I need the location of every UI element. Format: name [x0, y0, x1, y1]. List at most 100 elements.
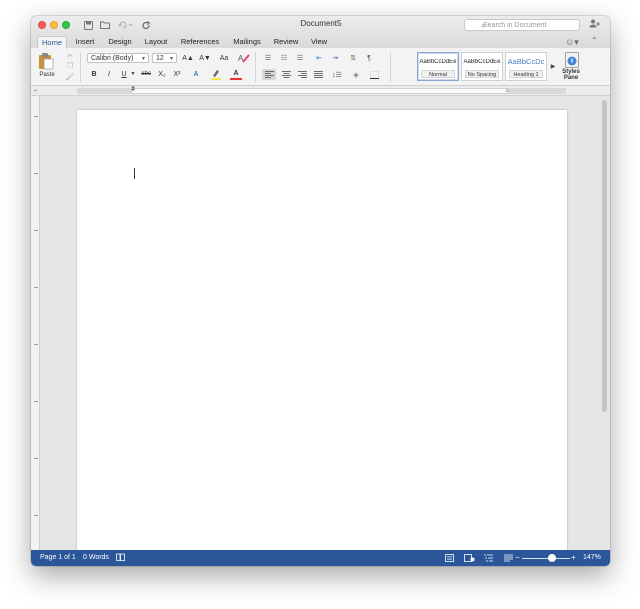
- ruler-tick: [34, 230, 38, 231]
- copy-icon[interactable]: ❐: [65, 61, 75, 70]
- search-placeholder: Search in Document: [483, 21, 547, 29]
- horizontal-ruler[interactable]: ⌐ ⧗ ⌂: [31, 86, 610, 96]
- multilevel-list-icon[interactable]: ☲: [293, 53, 307, 63]
- ruler-tick: [34, 458, 38, 459]
- print-layout-icon[interactable]: [445, 554, 454, 562]
- ruler-tick: [34, 515, 38, 516]
- clear-formatting-icon[interactable]: A: [237, 52, 251, 64]
- superscript-button[interactable]: X²: [171, 69, 183, 79]
- tab-review[interactable]: Review: [271, 36, 301, 48]
- indent-marker-icon[interactable]: ⧗: [131, 86, 135, 93]
- redo-icon[interactable]: [140, 19, 152, 31]
- strikethrough-button[interactable]: abc: [139, 69, 153, 79]
- ribbon-home: Paste ✂ ❐ 🖌 Calibri (Body) ▼ 12 ▼ A▲ A▼ …: [31, 48, 610, 86]
- feedback-smiley-icon[interactable]: ☺▾: [565, 37, 579, 48]
- style-normal[interactable]: AaBbCcDdEe Normal: [417, 52, 459, 81]
- search-document-field[interactable]: ⌕ Search in Document: [464, 19, 580, 31]
- numbering-icon[interactable]: ☷: [277, 53, 291, 63]
- tab-home[interactable]: Home: [37, 36, 67, 48]
- align-right-icon[interactable]: [295, 69, 309, 80]
- undo-icon[interactable]: [116, 19, 134, 31]
- document-page[interactable]: [77, 110, 567, 560]
- style-no-spacing[interactable]: AaBbCcDdEe No Spacing: [461, 52, 503, 81]
- align-left-icon[interactable]: [262, 69, 276, 80]
- zoom-window-button[interactable]: [62, 21, 70, 29]
- font-name-select[interactable]: Calibri (Body) ▼: [87, 53, 149, 63]
- align-center-icon[interactable]: [279, 69, 293, 80]
- zoom-percentage[interactable]: 147%: [583, 554, 601, 561]
- style-name-label: No Spacing: [465, 70, 499, 78]
- text-cursor: [134, 168, 135, 179]
- zoom-in-button[interactable]: +: [571, 553, 576, 562]
- share-icon[interactable]: [589, 19, 601, 30]
- tab-view[interactable]: View: [307, 36, 331, 48]
- minimize-window-button[interactable]: [50, 21, 58, 29]
- collapse-ribbon-icon[interactable]: ⌃: [591, 36, 598, 45]
- vertical-ruler[interactable]: [31, 96, 40, 550]
- font-size-value: 12: [156, 54, 164, 62]
- word-count-status[interactable]: 0 Words: [83, 554, 109, 561]
- search-icon: ⌕: [481, 21, 486, 30]
- ruler-left-margin: [77, 88, 133, 94]
- decrease-indent-icon[interactable]: ⇤: [313, 53, 325, 63]
- styles-pane-icon[interactable]: [564, 51, 580, 68]
- status-bar: Page 1 of 1 0 Words − + 147%: [31, 550, 610, 566]
- draft-view-icon[interactable]: [504, 554, 513, 562]
- bold-button[interactable]: B: [89, 69, 99, 79]
- save-icon[interactable]: [82, 19, 94, 31]
- bullets-icon[interactable]: ☰: [261, 53, 275, 63]
- vertical-scrollbar-thumb[interactable]: [602, 100, 607, 412]
- shading-icon[interactable]: ◈: [349, 69, 363, 80]
- web-layout-icon[interactable]: [464, 554, 475, 562]
- tab-insert[interactable]: Insert: [71, 36, 99, 48]
- tab-design[interactable]: Design: [105, 36, 135, 48]
- tab-references[interactable]: References: [177, 36, 223, 48]
- outline-view-icon[interactable]: [484, 554, 493, 562]
- change-case-button[interactable]: Aa: [215, 53, 233, 63]
- underline-options-chevron-icon[interactable]: ▼: [130, 69, 136, 79]
- highlight-color-button[interactable]: [209, 69, 223, 80]
- zoom-slider-knob[interactable]: [548, 554, 556, 562]
- style-sample-text: AaBbCcDdEe: [419, 59, 457, 65]
- grow-font-button[interactable]: A▲: [181, 53, 195, 63]
- style-sample-text: AaBbCcDc: [507, 57, 545, 66]
- ruler-tick: [34, 173, 38, 174]
- tab-mailings[interactable]: Mailings: [229, 36, 265, 48]
- italic-button[interactable]: I: [104, 69, 114, 79]
- style-name-label: Normal: [421, 70, 455, 78]
- underline-button[interactable]: U: [119, 69, 129, 79]
- open-folder-icon[interactable]: [99, 19, 111, 31]
- justify-icon[interactable]: [311, 69, 325, 80]
- line-spacing-icon[interactable]: ↕☰: [329, 69, 345, 80]
- text-effects-button[interactable]: A: [189, 69, 203, 79]
- paste-label: Paste: [39, 72, 55, 78]
- proofing-book-icon[interactable]: [116, 553, 125, 563]
- borders-icon[interactable]: [367, 69, 381, 80]
- font-color-button[interactable]: A: [229, 69, 243, 80]
- right-indent-marker-icon[interactable]: ⌂: [505, 88, 509, 94]
- document-canvas[interactable]: [31, 96, 610, 560]
- ruler-right-margin: [507, 88, 566, 94]
- page-count-status[interactable]: Page 1 of 1: [40, 554, 76, 561]
- title-bar: Document5 ⌕ Search in Document: [31, 16, 610, 34]
- style-heading-1[interactable]: AaBbCcDc Heading 1: [505, 52, 547, 81]
- group-divider: [255, 52, 256, 82]
- ribbon-tab-bar: Home Insert Design Layout References Mai…: [31, 34, 610, 48]
- tab-stop-selector-icon[interactable]: ⌐: [34, 88, 38, 94]
- increase-indent-icon[interactable]: ⇥: [329, 53, 341, 63]
- zoom-slider-track[interactable]: [522, 558, 570, 559]
- styles-pane-label[interactable]: Styles Pane: [556, 69, 586, 81]
- sort-icon[interactable]: ⇅: [347, 53, 359, 63]
- format-painter-icon[interactable]: 🖌: [65, 72, 75, 82]
- close-window-button[interactable]: [38, 21, 46, 29]
- tab-layout[interactable]: Layout: [141, 36, 171, 48]
- shrink-font-button[interactable]: A▼: [198, 53, 212, 63]
- zoom-out-button[interactable]: −: [515, 553, 520, 562]
- font-size-select[interactable]: 12 ▼: [152, 53, 177, 63]
- paste-button[interactable]: [35, 51, 57, 71]
- show-formatting-marks-icon[interactable]: ¶: [363, 53, 375, 63]
- word-window: Document5 ⌕ Search in Document Home Inse…: [31, 16, 610, 566]
- ruler-band: [77, 88, 566, 94]
- subscript-button[interactable]: X₂: [156, 69, 168, 79]
- cut-icon[interactable]: ✂: [65, 51, 75, 60]
